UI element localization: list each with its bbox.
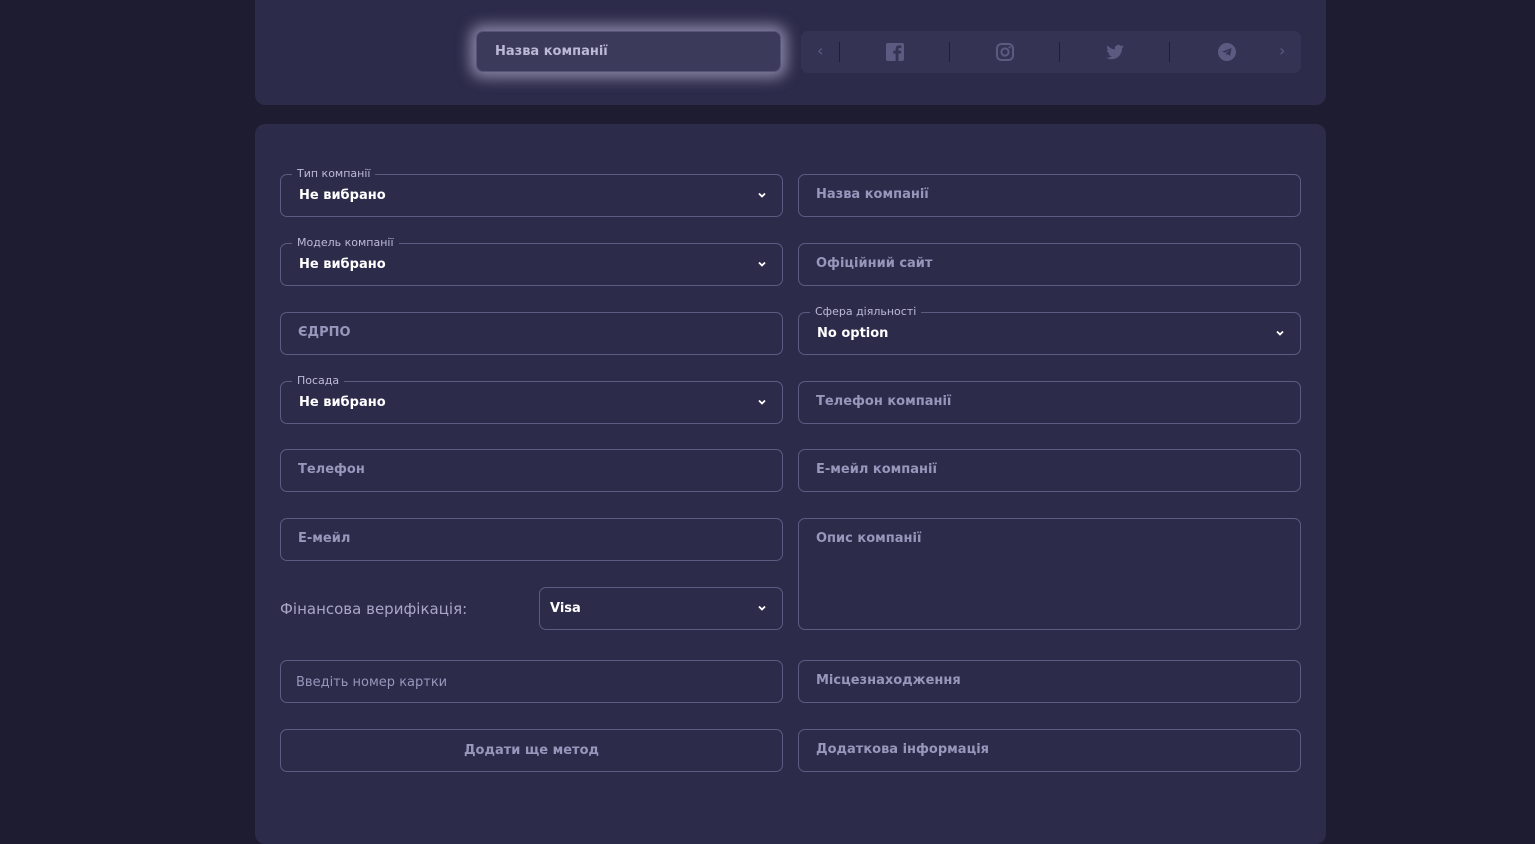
card-number-placeholder: Введіть номер картки [296, 675, 448, 690]
add-method-label: Додати ще метод [463, 743, 600, 758]
location-placeholder: Місцезнаходження [816, 673, 961, 688]
company-model-select[interactable]: Модель компанії Не вибрано [280, 236, 783, 286]
card-number-input[interactable]: Введіть номер картки [280, 660, 783, 703]
company-phone-input[interactable]: Телефон компанії [798, 381, 1301, 424]
company-email-placeholder: Е-мейл компанії [816, 462, 937, 477]
company-phone-placeholder: Телефон компанії [816, 394, 952, 409]
financial-verification-label: Фінансова верифікація: [280, 600, 468, 618]
social-carousel: ‹ › [801, 31, 1301, 73]
phone-placeholder: Телефон [298, 462, 365, 477]
company-model-label: Модель компанії [292, 236, 399, 249]
financial-verification-select[interactable]: Visa [539, 587, 783, 630]
company-type-select[interactable]: Тип компанії Не вибрано [280, 167, 783, 217]
add-method-button[interactable]: Додати ще метод [280, 729, 783, 772]
company-description-placeholder: Опис компанії [816, 531, 922, 546]
activity-sphere-select[interactable]: Сфера діяльності No option [798, 305, 1301, 355]
financial-verification-value: Visa [550, 601, 581, 616]
email-placeholder: Е-мейл [298, 531, 351, 546]
position-value: Не вибрано [299, 395, 386, 410]
divider [1169, 42, 1170, 62]
chevron-down-icon [1276, 330, 1284, 336]
chevron-down-icon [758, 261, 766, 267]
company-name-input[interactable]: Назва компанії [798, 174, 1301, 217]
divider [1059, 42, 1060, 62]
divider [839, 42, 840, 62]
header-company-name-input[interactable]: Назва компанії [476, 31, 781, 72]
header-company-name-placeholder: Назва компанії [495, 44, 608, 59]
company-name-placeholder: Назва компанії [816, 187, 929, 202]
chevron-down-icon [758, 399, 766, 405]
additional-info-placeholder: Додаткова інформація [816, 742, 990, 757]
telegram-icon[interactable] [1217, 42, 1237, 62]
location-input[interactable]: Місцезнаходження [798, 660, 1301, 703]
chevron-down-icon [758, 605, 766, 611]
email-input[interactable]: Е-мейл [280, 518, 783, 561]
chevron-right-icon[interactable]: › [1279, 41, 1285, 60]
company-description-textarea[interactable]: Опис компанії [798, 518, 1301, 630]
position-label: Посада [292, 374, 345, 387]
company-email-input[interactable]: Е-мейл компанії [798, 449, 1301, 492]
company-model-value: Не вибрано [299, 257, 386, 272]
chevron-left-icon[interactable]: ‹ [817, 41, 823, 60]
phone-input[interactable]: Телефон [280, 449, 783, 492]
official-site-input[interactable]: Офіційний сайт [798, 243, 1301, 286]
additional-info-input[interactable]: Додаткова інформація [798, 729, 1301, 772]
official-site-placeholder: Офіційний сайт [816, 256, 933, 271]
twitter-icon[interactable] [1105, 42, 1125, 62]
instagram-icon[interactable] [995, 42, 1015, 62]
company-type-value: Не вибрано [299, 188, 386, 203]
position-select[interactable]: Посада Не вибрано [280, 374, 783, 424]
edrpou-placeholder: ЄДРПО [298, 325, 351, 340]
chevron-down-icon [758, 192, 766, 198]
activity-sphere-label: Сфера діяльності [810, 305, 922, 318]
activity-sphere-value: No option [817, 326, 889, 341]
company-type-label: Тип компанії [292, 167, 376, 180]
facebook-icon[interactable] [885, 42, 905, 62]
edrpou-input[interactable]: ЄДРПО [280, 312, 783, 355]
divider [949, 42, 950, 62]
